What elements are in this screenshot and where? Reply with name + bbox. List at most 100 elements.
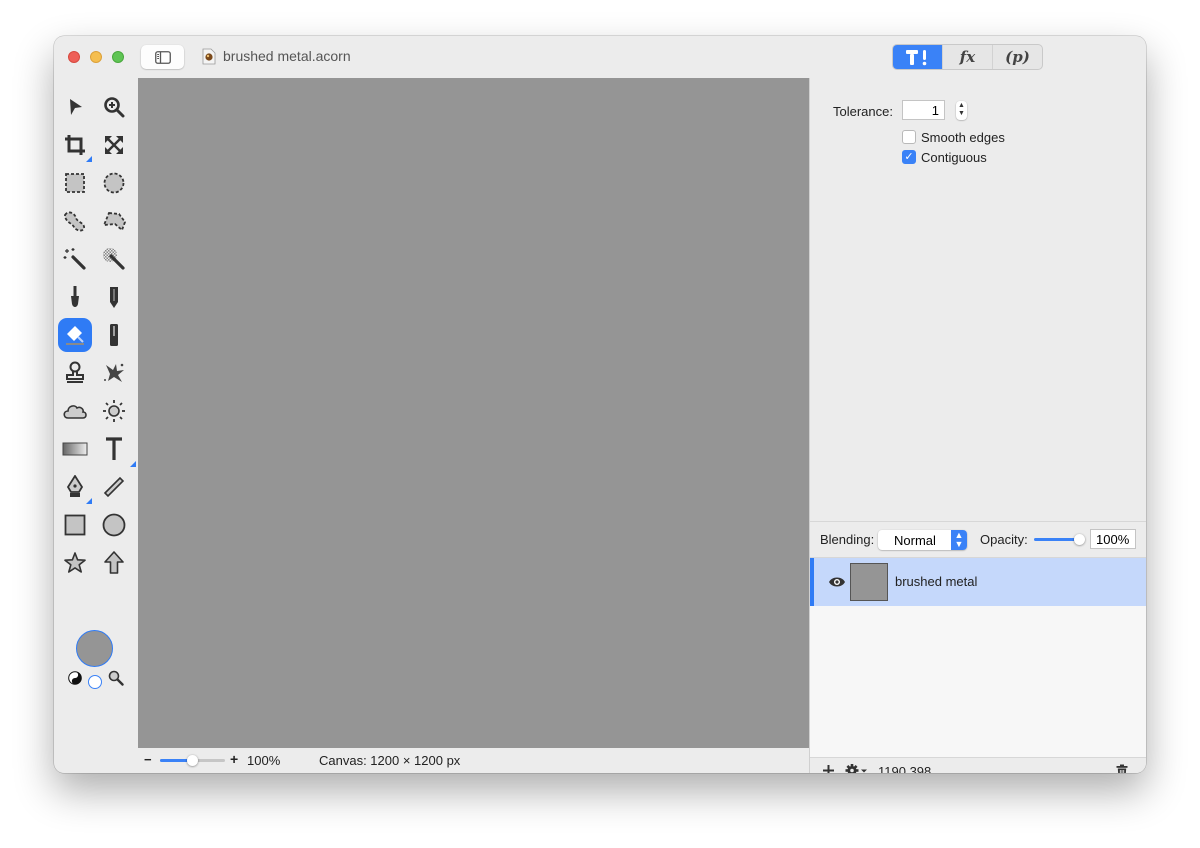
opacity-field[interactable]: 100% <box>1090 529 1136 549</box>
tool-arrow[interactable] <box>97 546 131 580</box>
trash-icon[interactable] <box>1116 764 1128 773</box>
tab-tools-inspector[interactable] <box>893 45 943 69</box>
tool-dodge[interactable] <box>97 394 131 428</box>
inspector-panel: Tolerance: 1 ▲ ▼ Smooth edges ✓ Contiguou… <box>809 78 1146 773</box>
blending-label: Blending: <box>820 532 875 547</box>
layer-thumbnail <box>850 563 888 601</box>
minimize-button[interactable] <box>90 51 102 63</box>
cloud-icon <box>63 405 87 419</box>
layer-options-bar: Blending: Normal ▲ ▼ Opacity: 100% <box>810 521 1146 557</box>
zoom-slider[interactable] <box>160 755 225 766</box>
clone-stamp-icon <box>66 361 84 383</box>
contiguous-checkbox[interactable]: ✓ <box>902 150 916 164</box>
tool-paint-bucket[interactable] <box>58 318 92 352</box>
submenu-indicator <box>86 156 92 162</box>
layer-name: brushed metal <box>895 574 978 589</box>
background-color-well[interactable] <box>88 675 102 689</box>
tool-rectangle[interactable] <box>58 508 92 542</box>
tab-effects[interactable]: fx <box>943 45 993 69</box>
paint-bucket-icon <box>66 326 84 345</box>
title-bar: brushed metal.acorn fx (p) <box>54 36 1146 78</box>
expand-arrows-icon <box>105 136 123 154</box>
smooth-edges-label: Smooth edges <box>921 130 1005 145</box>
tool-star[interactable] <box>58 546 92 580</box>
tool-smudge[interactable] <box>97 356 131 390</box>
lasso-icon <box>64 211 85 232</box>
blending-mode-value: Normal <box>894 533 936 548</box>
text-icon <box>106 437 122 460</box>
tool-burn[interactable] <box>58 394 92 428</box>
opacity-label: Opacity: <box>980 532 1028 547</box>
tool-pencil[interactable] <box>97 280 131 314</box>
contiguous-label: Contiguous <box>921 150 987 165</box>
tool-transform[interactable] <box>97 128 131 162</box>
submenu-indicator <box>130 461 136 467</box>
tool-clone-stamp[interactable] <box>58 356 92 390</box>
tool-move[interactable] <box>58 90 92 124</box>
tolerance-label: Tolerance: <box>833 104 893 119</box>
tool-text[interactable] <box>97 432 136 467</box>
image-canvas[interactable] <box>138 78 809 748</box>
rect-marquee-icon <box>65 173 85 193</box>
canvas-size: Canvas: 1200 × 1200 px <box>319 753 461 768</box>
hammer-exclamation-icon <box>905 49 926 65</box>
tool-crop[interactable] <box>58 128 92 162</box>
cursor-coordinates: 1190,398 <box>878 764 932 773</box>
crop-icon <box>65 135 85 155</box>
window-title: brushed metal.acorn <box>223 48 351 64</box>
blending-mode-popup[interactable]: Normal ▲ ▼ <box>878 530 967 550</box>
layers-footer: 1190,398 <box>810 757 1146 773</box>
eye-icon[interactable] <box>828 576 846 588</box>
gear-icon[interactable] <box>845 763 869 773</box>
tool-brush[interactable] <box>58 280 92 314</box>
close-button[interactable] <box>68 51 80 63</box>
tool-eraser[interactable] <box>97 318 131 352</box>
tolerance-field[interactable]: 1 <box>902 100 945 120</box>
arrow-shape-icon <box>104 551 124 574</box>
tool-bezier-pen[interactable] <box>58 470 92 504</box>
polygon-lasso-icon <box>102 212 127 232</box>
layers-list: brushed metal <box>810 557 1146 757</box>
smudge-splat-icon <box>104 363 124 382</box>
zoom-level: 100% <box>247 753 281 768</box>
zoom-out-button[interactable]: − <box>144 752 152 767</box>
layer-row[interactable]: brushed metal <box>810 558 1146 606</box>
star-shape-icon <box>64 552 86 573</box>
tool-instant-alpha[interactable] <box>97 242 131 276</box>
tool-lasso[interactable] <box>58 204 92 238</box>
tool-magic-wand[interactable] <box>58 242 92 276</box>
ellipse-marquee-icon <box>103 172 125 194</box>
color-picker-loupe-icon[interactable] <box>108 670 124 686</box>
zoom-button[interactable] <box>112 51 124 63</box>
tool-zoom[interactable] <box>97 90 131 124</box>
pen-nib-icon <box>66 475 84 497</box>
add-layer-icon[interactable] <box>822 764 835 773</box>
tolerance-stepper[interactable]: ▲ ▼ <box>956 101 967 120</box>
toolbox <box>54 78 138 773</box>
line-icon <box>103 476 125 498</box>
tool-ellipse-select[interactable] <box>97 166 131 200</box>
magic-wand-icon <box>63 248 86 270</box>
smooth-edges-checkbox[interactable] <box>902 130 916 144</box>
tool-line[interactable] <box>97 470 131 504</box>
tool-rect-select[interactable] <box>58 166 92 200</box>
tool-gradient[interactable] <box>58 432 92 466</box>
popup-chevrons-icon: ▲ ▼ <box>951 530 967 550</box>
swap-colors-icon[interactable] <box>68 671 82 685</box>
opacity-slider[interactable] <box>1034 534 1085 545</box>
pencil-icon <box>110 287 118 308</box>
zoom-slider-knob[interactable] <box>187 755 198 766</box>
acorn-document-icon <box>202 48 216 65</box>
zoom-in-button[interactable]: + <box>230 751 238 767</box>
foreground-color-well[interactable] <box>76 630 113 667</box>
brush-icon <box>71 286 79 307</box>
tool-polygon-lasso[interactable] <box>97 204 131 238</box>
opacity-slider-knob[interactable] <box>1074 534 1085 545</box>
sidebar-toggle-button[interactable] <box>141 45 184 69</box>
sun-icon <box>103 400 125 422</box>
tool-oval[interactable] <box>97 508 131 542</box>
tab-properties[interactable]: (p) <box>993 45 1042 69</box>
submenu-indicator <box>86 498 92 504</box>
arrow-pointer-icon <box>70 99 82 115</box>
rectangle-shape-icon <box>64 514 86 536</box>
